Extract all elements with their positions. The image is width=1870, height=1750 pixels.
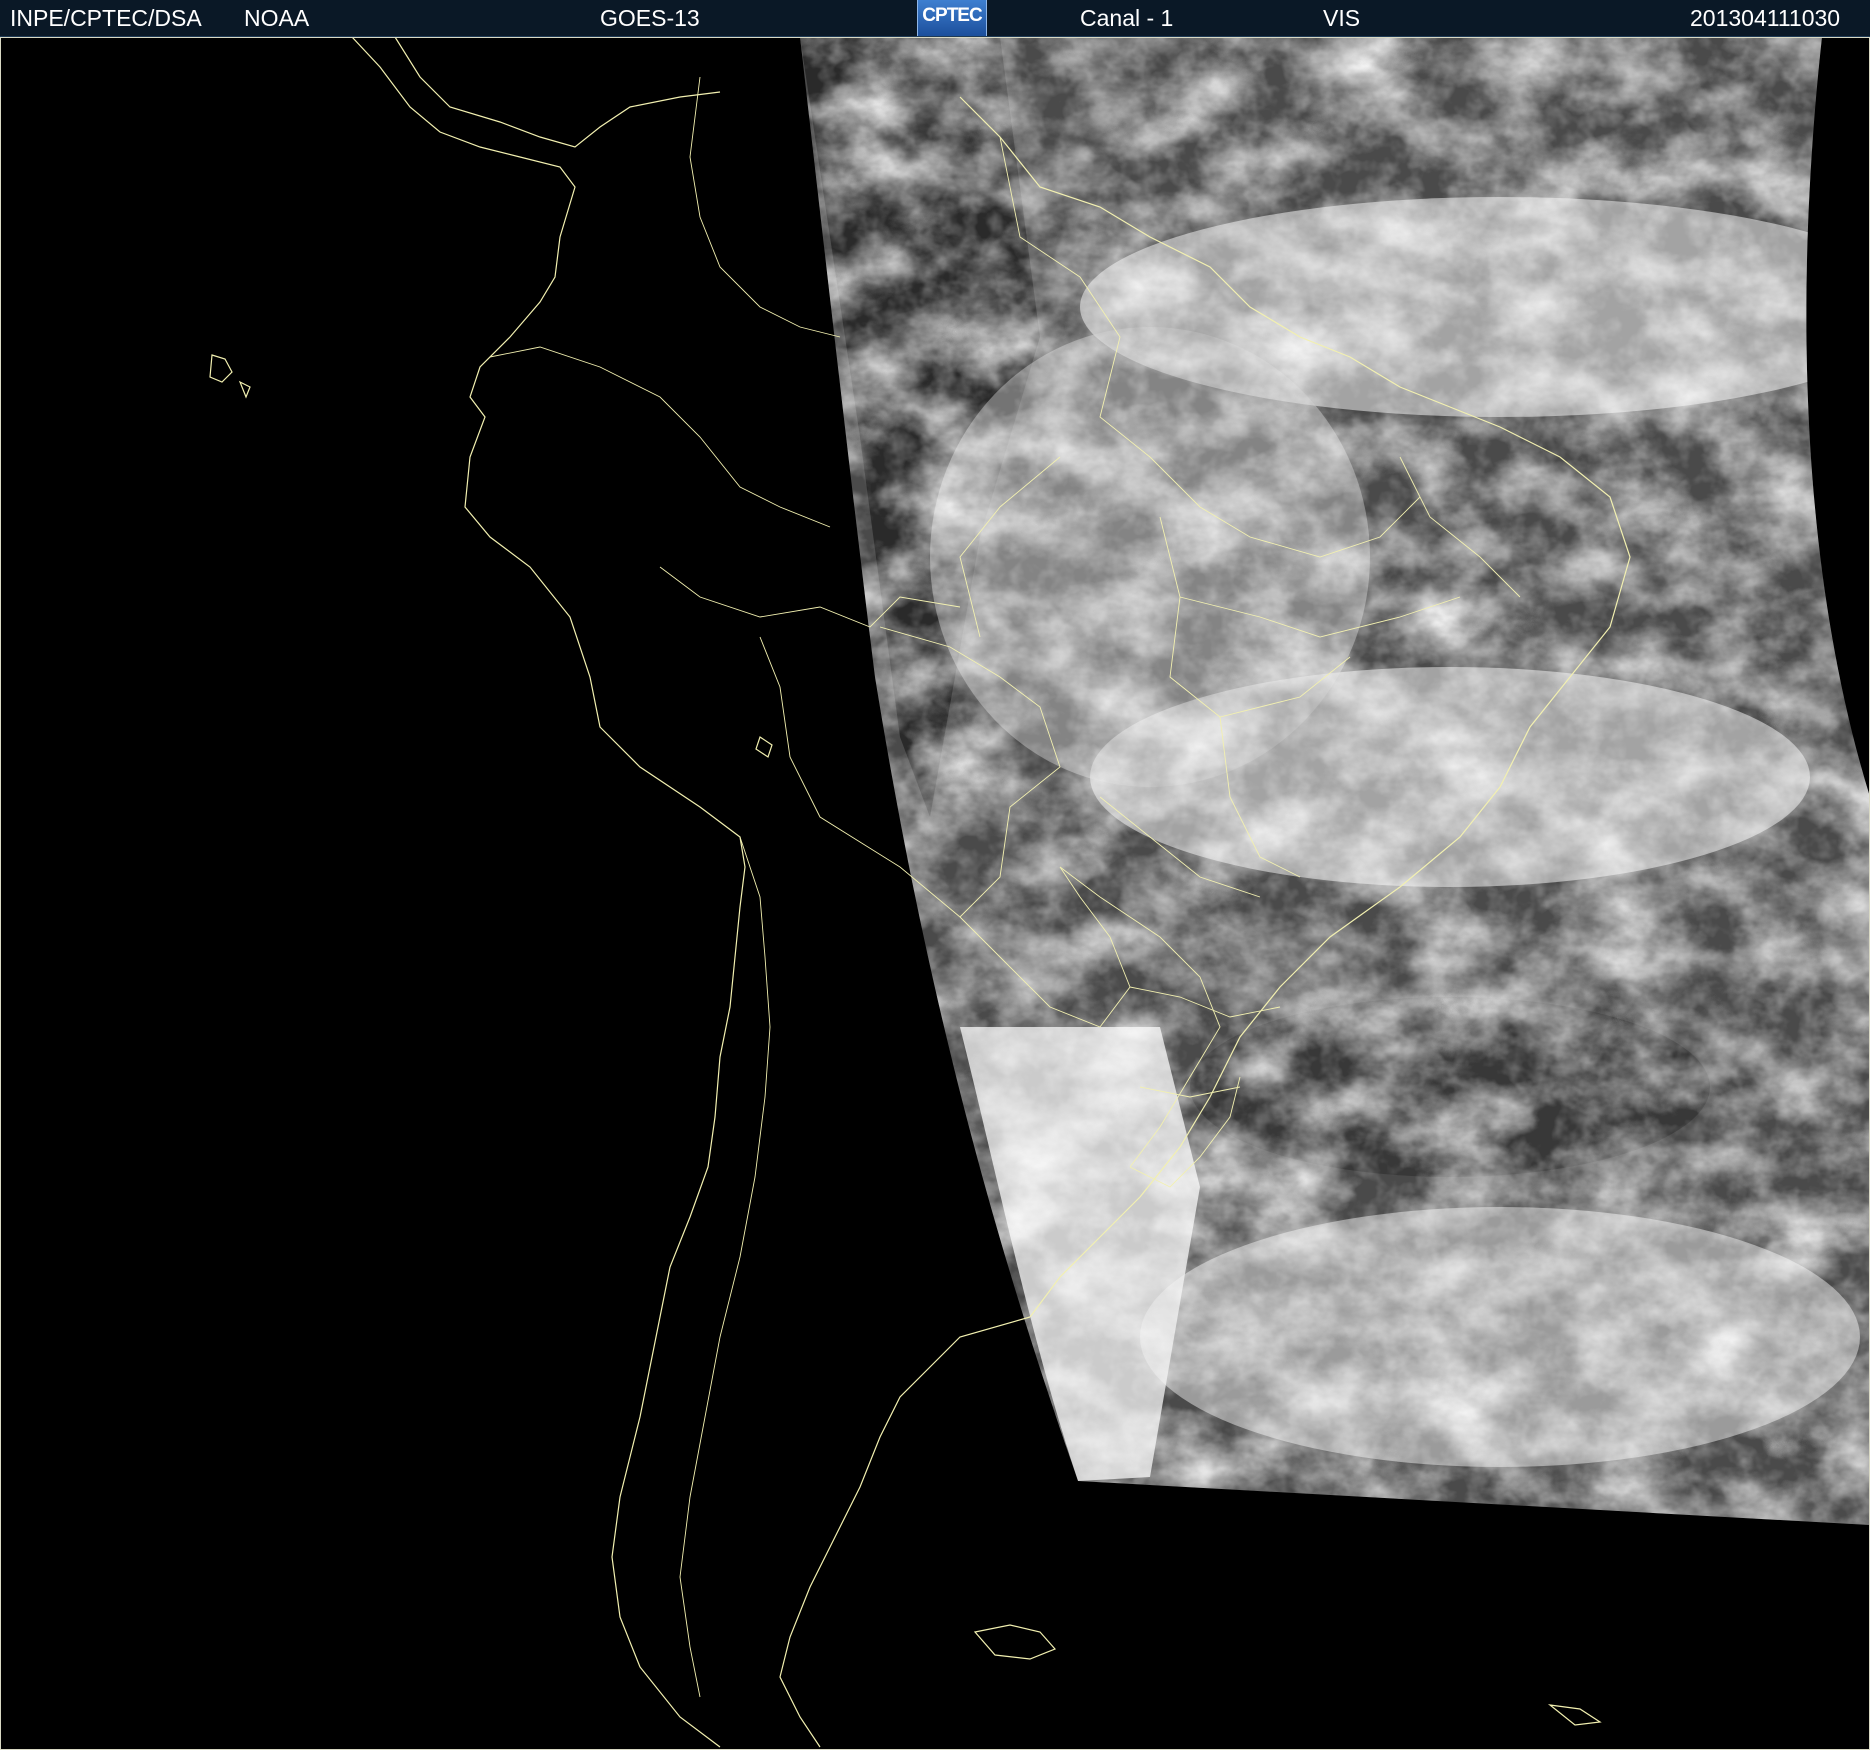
coastline-pacific bbox=[351, 37, 746, 1748]
timestamp-label: 201304111030 bbox=[1690, 5, 1841, 31]
satellite-map bbox=[0, 37, 1870, 1750]
border-chile-argentina bbox=[679, 836, 771, 1698]
image-header: INPE/CPTEC/DSA NOAA GOES-13 CPTEC Canal … bbox=[0, 0, 1870, 37]
satellite-swath bbox=[800, 37, 1870, 1525]
band-label: VIS bbox=[1323, 5, 1361, 31]
satellite-label: GOES-13 bbox=[600, 5, 700, 31]
satellite-map-svg bbox=[209, 37, 1870, 1748]
cloud-texture-fine bbox=[800, 37, 1870, 1525]
coastline-central-america bbox=[394, 37, 721, 148]
channel-label: Canal - 1 bbox=[1080, 5, 1174, 31]
cptec-logo: CPTEC bbox=[917, 0, 987, 36]
galapagos-islands bbox=[209, 354, 251, 399]
coastline-patagonia bbox=[779, 1316, 1031, 1748]
falkland-islands bbox=[973, 1624, 1057, 1660]
south-georgia-island bbox=[1547, 1704, 1602, 1726]
agency-label: NOAA bbox=[244, 5, 310, 31]
lake-titicaca bbox=[755, 736, 773, 758]
institution-label: INPE/CPTEC/DSA bbox=[10, 5, 202, 31]
border-colombia-peru bbox=[489, 346, 831, 528]
logo-text: CPTEC bbox=[922, 5, 982, 26]
